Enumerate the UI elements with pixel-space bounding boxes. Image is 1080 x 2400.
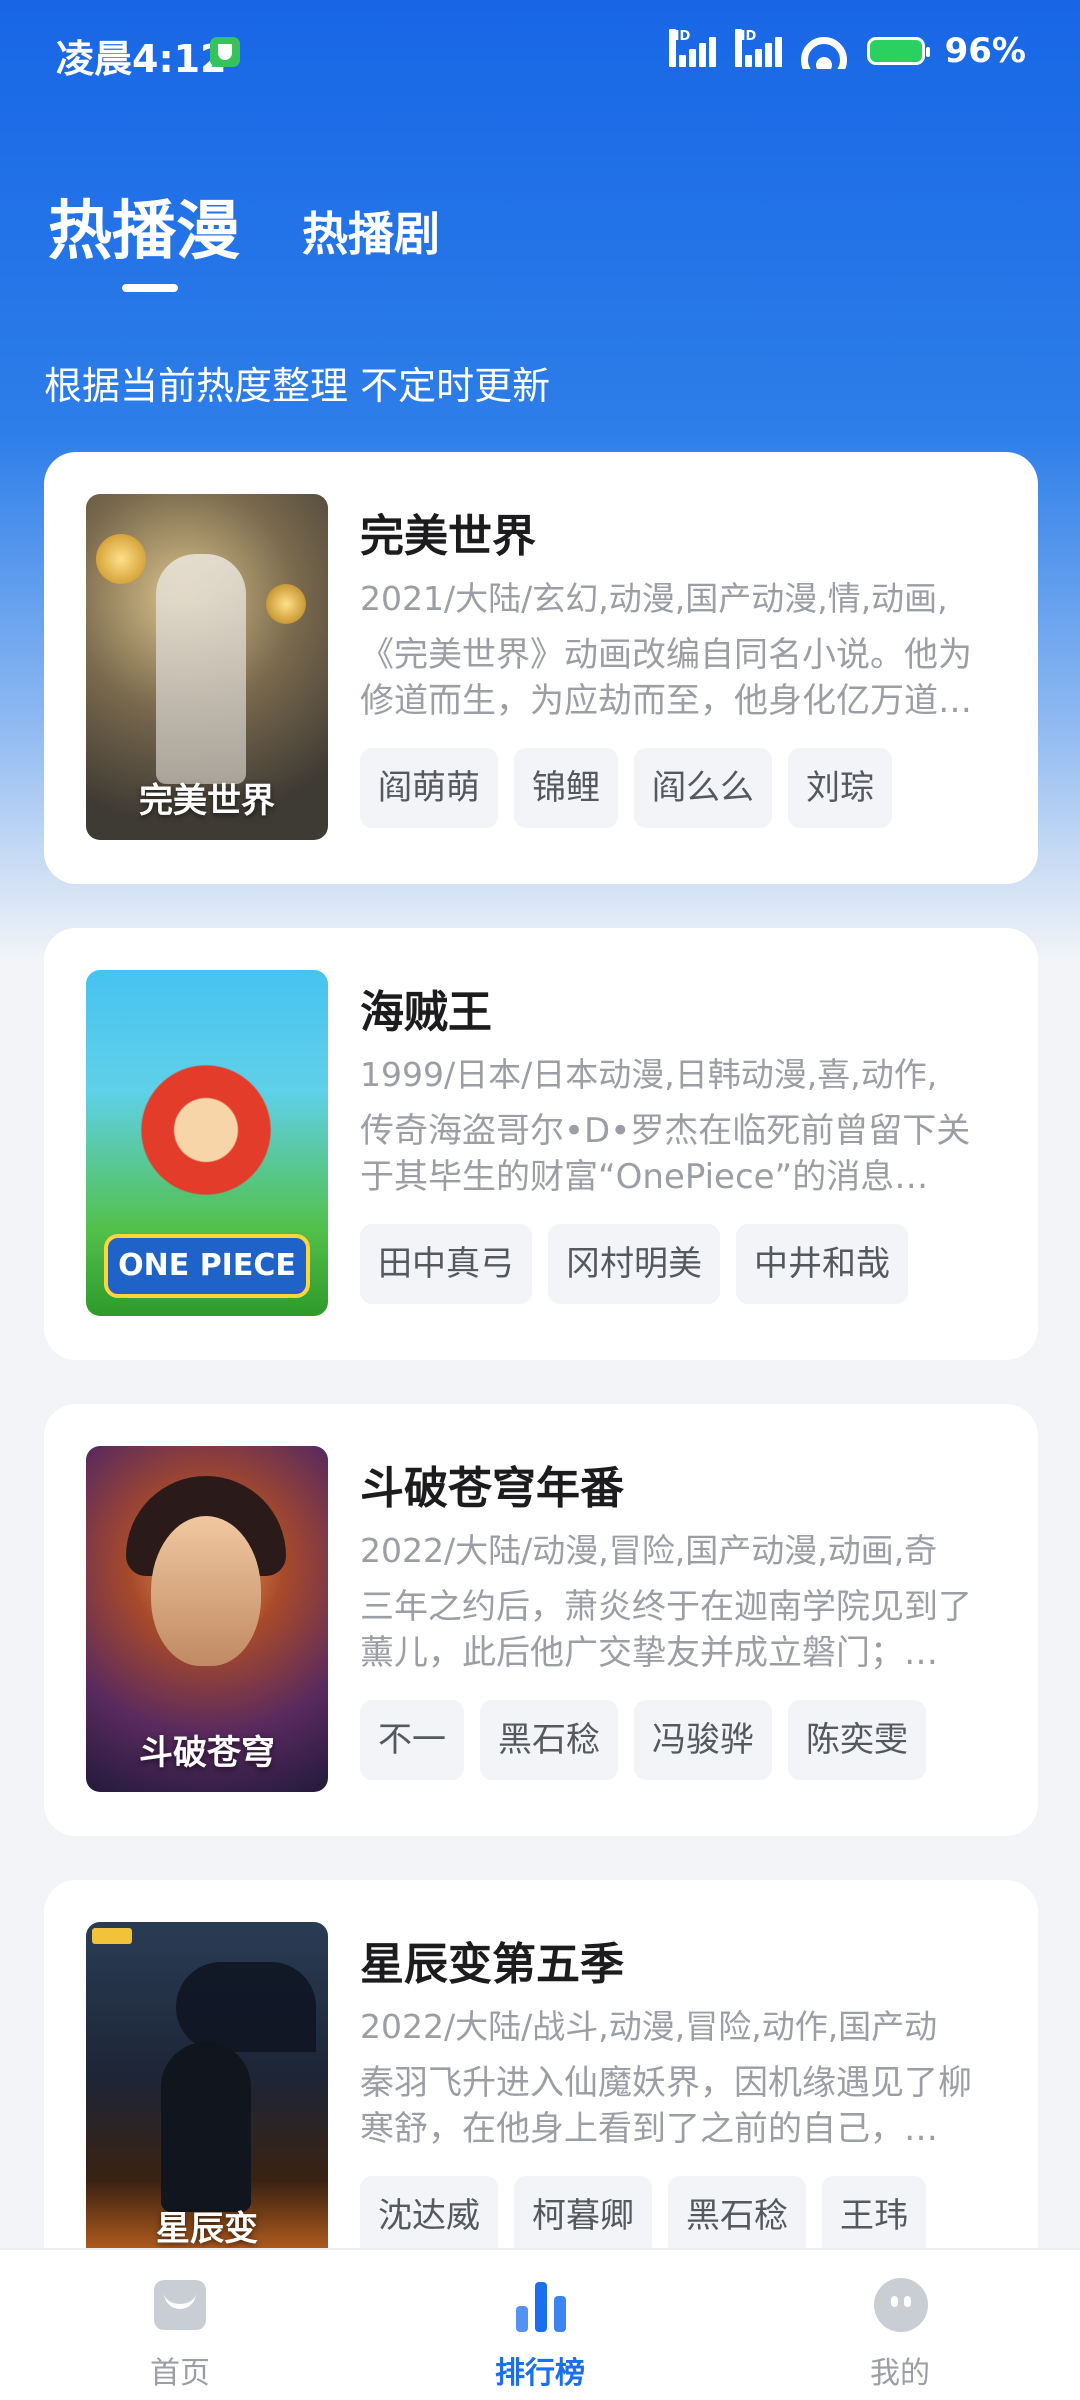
- cast-tags: 不一 黑石稔 冯骏骅 陈奕雯: [360, 1700, 926, 1780]
- poster-image: ONE PIECE: [86, 970, 328, 1316]
- security-shield-icon: [210, 37, 240, 67]
- home-icon: [154, 2280, 206, 2330]
- tab-hot-anime[interactable]: 热播漫: [48, 180, 240, 272]
- cellular-signal-icon: HD: [668, 29, 716, 69]
- nav-label: 首页: [150, 2356, 210, 2391]
- cast-tag[interactable]: 王玮: [822, 2176, 926, 2256]
- status-bar: 凌晨4:12 HD HD 96%: [0, 0, 1080, 104]
- cast-tag[interactable]: 黑石稔: [480, 1700, 618, 1780]
- poster-title: 星辰变: [156, 2209, 258, 2249]
- cast-tag[interactable]: 陈奕雯: [788, 1700, 926, 1780]
- poster-image: 斗破苍穹: [86, 1446, 328, 1792]
- item-meta: 2022/大陆/动漫,冒险,国产动漫,动画,奇: [360, 1531, 938, 1570]
- hd-label: HD: [734, 29, 756, 67]
- cast-tag[interactable]: 沈达威: [360, 2176, 498, 2256]
- cast-tag[interactable]: 冯骏骅: [634, 1700, 772, 1780]
- nav-home[interactable]: 首页: [60, 2250, 300, 2400]
- status-indicators: HD HD 96%: [668, 26, 1026, 76]
- item-description: 《完美世界》动画改编自同名小说。他为修道而生，为应劫而至，他身化亿万道身，掌控万…: [360, 635, 972, 721]
- battery-icon: [866, 37, 930, 65]
- poster-title: 斗破苍穹: [139, 1733, 275, 1773]
- status-time: 凌晨4:12: [56, 37, 227, 81]
- battery-percent: 96%: [944, 31, 1026, 71]
- cast-tag[interactable]: 中井和哉: [736, 1224, 908, 1304]
- item-title: 斗破苍穹年番: [360, 1463, 624, 1514]
- cast-tags: 阎萌萌 锦鲤 阎么么 刘琮: [360, 748, 892, 828]
- tab-hot-drama[interactable]: 热播剧: [302, 198, 440, 264]
- nav-label: 我的: [870, 2356, 930, 2391]
- item-description: 秦羽飞升进入仙魔妖界，因机缘遇见了柳寒舒，在他身上看到了之前的自己，…: [360, 2063, 972, 2149]
- nav-ranking[interactable]: 排行榜: [420, 2250, 660, 2400]
- profile-icon: [874, 2278, 928, 2332]
- item-title: 星辰变第五季: [360, 1939, 624, 1990]
- cast-tag[interactable]: 不一: [360, 1700, 464, 1780]
- active-tab-indicator: [122, 284, 178, 292]
- cast-tag[interactable]: 阎萌萌: [360, 748, 498, 828]
- poster-logo: ONE PIECE: [104, 1234, 310, 1298]
- cast-tag[interactable]: 阎么么: [634, 748, 772, 828]
- ranking-icon: [514, 2276, 570, 2332]
- cast-tag[interactable]: 柯暮卿: [514, 2176, 652, 2256]
- item-title: 海贼王: [360, 987, 492, 1038]
- item-meta: 2022/大陆/战斗,动漫,冒险,动作,国产动: [360, 2007, 938, 2046]
- list-item[interactable]: 完美世界 完美世界 2021/大陆/玄幻,动漫,国产动漫,情,动画, 《完美世界…: [44, 452, 1038, 884]
- cellular-signal-icon: HD: [734, 29, 782, 69]
- cast-tag[interactable]: 冈村明美: [548, 1224, 720, 1304]
- poster-title: 完美世界: [139, 781, 275, 821]
- cast-tags: 田中真弓 冈村明美 中井和哉: [360, 1224, 908, 1304]
- list-item[interactable]: 斗破苍穹 斗破苍穹年番 2022/大陆/动漫,冒险,国产动漫,动画,奇 三年之约…: [44, 1404, 1038, 1836]
- poster-image: 星辰变: [86, 1922, 328, 2268]
- wifi-icon: [800, 33, 847, 69]
- cast-tags: 沈达威 柯暮卿 黑石稔 王玮: [360, 2176, 926, 2256]
- nav-label: 排行榜: [495, 2356, 585, 2391]
- hd-label: HD: [668, 29, 690, 67]
- poster-image: 完美世界: [86, 494, 328, 840]
- ranking-list: 完美世界 完美世界 2021/大陆/玄幻,动漫,国产动漫,情,动画, 《完美世界…: [44, 452, 1038, 2356]
- bottom-navigation: 首页 排行榜 我的: [0, 2248, 1080, 2400]
- cast-tag[interactable]: 刘琮: [788, 748, 892, 828]
- cast-tag[interactable]: 锦鲤: [514, 748, 618, 828]
- nav-profile[interactable]: 我的: [780, 2250, 1020, 2400]
- list-item[interactable]: ONE PIECE 海贼王 1999/日本/日本动漫,日韩动漫,喜,动作, 传奇…: [44, 928, 1038, 1360]
- item-description: 三年之约后，萧炎终于在迦南学院见到了薰儿，此后他广交挚友并成立磐门；…: [360, 1587, 972, 1673]
- item-meta: 1999/日本/日本动漫,日韩动漫,喜,动作,: [360, 1055, 938, 1094]
- cast-tag[interactable]: 黑石稔: [668, 2176, 806, 2256]
- item-description: 传奇海盗哥尔•D•罗杰在临死前曾留下关于其毕生的财富“OnePiece”的消息…: [360, 1111, 971, 1197]
- item-meta: 2021/大陆/玄幻,动漫,国产动漫,情,动画,: [360, 579, 948, 618]
- item-title: 完美世界: [360, 511, 536, 562]
- list-subtitle: 根据当前热度整理 不定时更新: [44, 364, 551, 408]
- cast-tag[interactable]: 田中真弓: [360, 1224, 532, 1304]
